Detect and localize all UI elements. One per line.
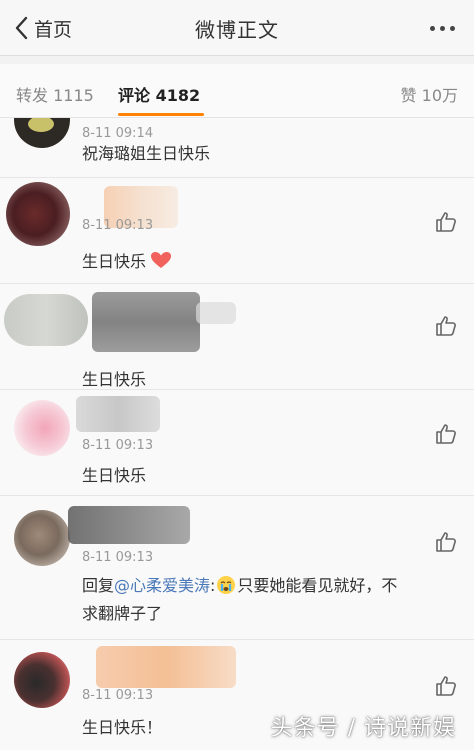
- navigation-bar: 首页 微博正文: [0, 0, 474, 56]
- page-title: 微博正文: [195, 18, 279, 42]
- comment-text: 生日快乐: [82, 250, 172, 276]
- comment-item: 8-11 09:13 生日快乐: [0, 390, 474, 496]
- comment-time: 8-11 09:13: [82, 438, 154, 453]
- like-icon[interactable]: [434, 674, 458, 698]
- avatar[interactable]: [6, 182, 70, 246]
- avatar[interactable]: [14, 652, 70, 708]
- blurred-username: [96, 646, 236, 688]
- tab-bar: 转发 1115 评论 4182 赞 10万: [0, 64, 474, 118]
- comment-item: 8-11 09:14 祝海璐姐生日快乐: [0, 118, 474, 178]
- like-icon[interactable]: [434, 422, 458, 446]
- heart-emoji-icon: [150, 251, 172, 276]
- blurred-username: [196, 302, 236, 324]
- blurred-username: [68, 506, 190, 544]
- like-icon[interactable]: [434, 314, 458, 338]
- comment-text: 生日快乐: [82, 466, 147, 485]
- comment-time: 8-11 09:13: [82, 550, 154, 565]
- avatar[interactable]: [14, 510, 70, 566]
- like-icon[interactable]: [434, 530, 458, 554]
- blurred-username: [92, 292, 200, 352]
- mention-link[interactable]: @心柔爱美涛: [114, 576, 210, 595]
- comment-text: 生日快乐: [82, 370, 147, 389]
- comment-item: 8-11 09:13 生日快乐: [0, 178, 474, 284]
- comment-item: 生日快乐: [0, 284, 474, 390]
- crying-emoji-icon: [216, 575, 236, 602]
- comment-text: 回复@心柔爱美涛: 只要她能看见就好，不 求翻牌子了: [82, 575, 398, 623]
- avatar[interactable]: [14, 118, 70, 148]
- comment-time: 8-11 09:14: [82, 126, 154, 141]
- watermark: 头条号 / 诗说新娱: [270, 716, 456, 741]
- more-icon[interactable]: [426, 14, 458, 42]
- comment-list: 8-11 09:14 祝海璐姐生日快乐 8-11 09:13 生日快乐 生日快乐…: [0, 118, 474, 750]
- comment-text: 生日快乐！: [82, 718, 163, 737]
- comment-time: 8-11 09:13: [82, 218, 154, 233]
- avatar[interactable]: [14, 400, 70, 456]
- comment-text: 祝海璐姐生日快乐: [82, 144, 211, 163]
- active-tab-indicator: [118, 113, 204, 116]
- comment-item: 8-11 09:13 回复@心柔爱美涛: 只要她能看见就好，不 求翻牌子了: [0, 496, 474, 640]
- blurred-username: [76, 396, 160, 432]
- tab-reposts[interactable]: 转发 1115: [16, 82, 94, 106]
- tab-likes[interactable]: 赞 10万: [401, 82, 458, 106]
- tab-comments[interactable]: 评论 4182: [118, 82, 200, 106]
- avatar[interactable]: [4, 294, 88, 346]
- like-icon[interactable]: [434, 210, 458, 234]
- comment-time: 8-11 09:13: [82, 688, 154, 703]
